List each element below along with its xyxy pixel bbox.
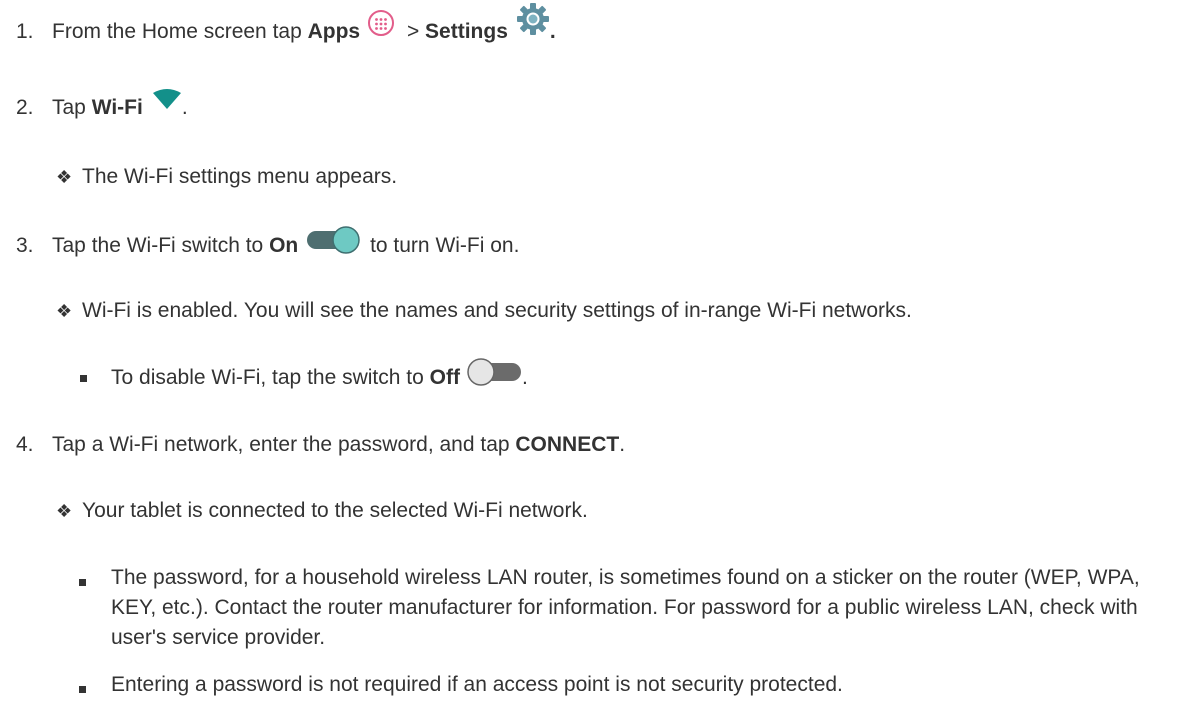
diamond-bullet-icon: ❖ [56, 501, 73, 521]
apps-icon [367, 9, 395, 44]
subnote-end: . [521, 366, 528, 389]
wifi-label: Wi-Fi [91, 96, 143, 119]
subnote-text: To disable Wi-Fi, tap the switch to [111, 366, 430, 389]
settings-label: Settings [425, 20, 508, 43]
note-wifi-enabled: ❖ Wi-Fi is enabled. You will see the nam… [56, 296, 912, 326]
step-end: . [549, 20, 556, 43]
diamond-bullet-icon: ❖ [56, 301, 73, 321]
step-number: 1. [16, 20, 34, 43]
subnote-password-info: The password, for a household wireless L… [111, 566, 1140, 649]
step-text: Tap the Wi-Fi switch to [52, 234, 270, 257]
square-bullet-icon [79, 579, 86, 586]
note-text: The Wi-Fi settings menu appears. [82, 165, 398, 188]
note-text: Your tablet is connected to the selected… [82, 499, 588, 522]
connect-label: CONNECT [515, 433, 620, 456]
step-end: . [181, 96, 188, 119]
square-bullet-icon [79, 686, 86, 693]
off-label: Off [429, 366, 460, 389]
step-number: 3. [16, 234, 34, 257]
square-bullet-icon [80, 374, 87, 382]
on-label: On [269, 234, 299, 257]
subnote-no-password: Entering a password is not required if a… [111, 673, 843, 696]
note-connected: ❖ Your tablet is connected to the select… [56, 496, 588, 526]
step-text-end: to turn Wi-Fi on. [364, 234, 520, 257]
step-2: 2. Tap Wi-Fi . [16, 88, 188, 123]
switch-on-icon [306, 225, 362, 262]
subnote-disable: To disable Wi-Fi, tap the switch to Off … [80, 357, 528, 393]
switch-off-icon [466, 357, 522, 394]
settings-gear-icon [516, 2, 550, 43]
step-3: 3. Tap the Wi-Fi switch to On to turn Wi… [16, 225, 520, 261]
step-4: 4. Tap a Wi-Fi network, enter the passwo… [16, 430, 625, 460]
apps-label: Apps [307, 20, 361, 43]
diamond-bullet-icon: ❖ [56, 167, 73, 187]
step-text-separator: > [401, 20, 426, 43]
step-number: 4. [16, 433, 34, 456]
step-text: From the Home screen tap [52, 20, 308, 43]
note-menu-appears: ❖ The Wi-Fi settings menu appears. [56, 162, 397, 192]
step-end: . [619, 433, 626, 456]
wifi-icon [152, 88, 182, 117]
step-number: 2. [16, 96, 34, 119]
note-text: Wi-Fi is enabled. You will see the names… [82, 299, 912, 322]
step-1: 1. From the Home screen tap Apps > Setti… [16, 2, 556, 47]
step-text: Tap [52, 96, 92, 119]
step-text: Tap a Wi-Fi network, enter the password,… [52, 433, 516, 456]
